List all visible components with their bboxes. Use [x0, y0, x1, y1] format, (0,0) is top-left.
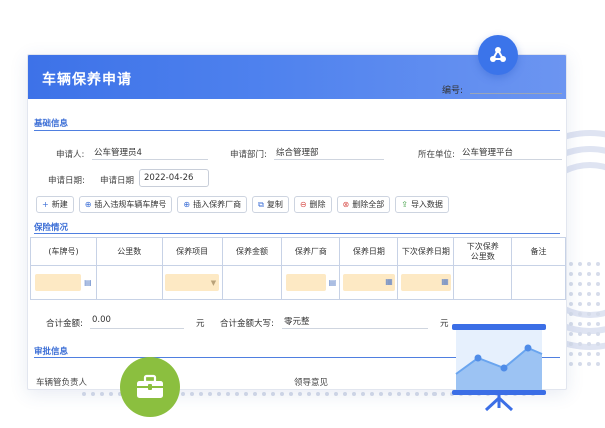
- toolbar-button[interactable]: ⊕ 插入违规车辆车牌号: [78, 196, 173, 213]
- insert-icon: ⊕: [84, 199, 92, 209]
- unit-label: 所在单位:: [418, 150, 455, 160]
- calendar-icon[interactable]: ▦: [441, 277, 449, 286]
- toolbar-button[interactable]: + 新建: [36, 196, 74, 213]
- toolbar-button[interactable]: ⇪ 导入数据: [395, 196, 449, 213]
- share-icon-glyph: [490, 47, 506, 62]
- insert-icon: ⊕: [183, 199, 191, 209]
- toolbar-button-label: 删除全部: [352, 200, 385, 209]
- vehicle-manager-label: 车辆管负责人: [36, 378, 88, 388]
- toolbar-button[interactable]: ⊗ 删除全部: [336, 196, 391, 213]
- plate-cell[interactable]: ▤: [30, 265, 97, 300]
- column-header: 备注: [511, 237, 566, 266]
- next-date-input[interactable]: ▦: [400, 274, 451, 291]
- department-label: 申请部门:: [230, 150, 267, 160]
- picker-icon[interactable]: ▤: [84, 278, 92, 287]
- section-divider: [34, 233, 560, 234]
- item-select[interactable]: ▼: [165, 274, 220, 291]
- toolbar-button[interactable]: ⧉ 复制: [252, 196, 289, 213]
- serial-number-field[interactable]: [470, 93, 562, 94]
- column-header: 保养厂商: [281, 237, 341, 266]
- item-cell[interactable]: ▼: [161, 265, 223, 300]
- section-title-maintenance: 保险情况: [34, 223, 69, 233]
- date-input[interactable]: 2022-04-26: [139, 169, 209, 187]
- section-divider: [34, 130, 560, 131]
- toolbar-button-label: 插入保养厂商: [193, 200, 242, 209]
- next-date-cell[interactable]: ▦: [397, 265, 455, 300]
- toolbar-button-label: 删除: [309, 200, 326, 209]
- vendor-input[interactable]: [285, 274, 326, 291]
- toolbar-button-label: 新建: [51, 200, 68, 209]
- total-upper-label: 合计金额大写:: [220, 319, 274, 329]
- applicant-label: 申请人:: [56, 150, 85, 160]
- total-amount-field[interactable]: 0.00: [90, 315, 184, 329]
- column-header: (车牌号): [30, 237, 97, 266]
- table-toolbar: + 新建 ⊕ 插入违规车辆车牌号 ⊕ 插入保养厂商 ⧉ 复制 ⊖ 删除 ⊗ 删除全部 ⇪ 导入数据: [36, 196, 449, 213]
- date-cell[interactable]: ▦: [339, 265, 399, 300]
- plus-icon: +: [42, 199, 49, 209]
- briefcase-icon: [120, 357, 180, 417]
- column-header: 下次保养 公里数: [453, 237, 513, 266]
- total-upper-field[interactable]: 零元整: [282, 315, 428, 329]
- toolbar-button[interactable]: ⊖ 删除: [293, 196, 332, 213]
- date-label: 申请日期:: [48, 176, 85, 186]
- total-amount-label: 合计金额:: [46, 319, 83, 329]
- maintenance-table: (车牌号) 公里数 保养项目 保养金额 保养厂商 保养日期 下次保养日期 下次保养 公里数 备注…: [30, 237, 566, 300]
- toolbar-button-label: 复制: [266, 200, 283, 209]
- chevron-down-icon: ▼: [210, 278, 217, 287]
- share-icon[interactable]: [478, 35, 518, 75]
- column-header: 保养项目: [161, 237, 223, 266]
- section-title-approval: 审批信息: [34, 347, 69, 357]
- column-header: 公里数: [95, 237, 163, 266]
- column-header: 下次保养日期: [397, 237, 455, 266]
- calendar-icon[interactable]: ▦: [385, 277, 393, 286]
- department-field[interactable]: 综合管理部: [274, 146, 384, 160]
- remark-cell[interactable]: [511, 265, 566, 300]
- picker-icon[interactable]: ▤: [329, 278, 337, 287]
- form-title: 车辆保养申请: [42, 72, 132, 88]
- applicant-field[interactable]: 公车管理员4: [92, 146, 208, 160]
- toolbar-button[interactable]: ⊕ 插入保养厂商: [177, 196, 248, 213]
- mileage-cell[interactable]: [95, 265, 163, 300]
- serial-number-label: 编号:: [442, 86, 464, 96]
- amount-cell[interactable]: [221, 265, 283, 300]
- copy-icon: ⧉: [258, 199, 264, 209]
- vendor-cell[interactable]: ▤: [281, 265, 341, 300]
- section-title-basic: 基础信息: [34, 119, 69, 129]
- delete-icon: ⊖: [299, 199, 307, 209]
- briefcase-icon-glyph: [137, 374, 163, 398]
- table-row: ▤ ▼ ▤ ▦ ▦: [30, 265, 566, 300]
- unit-field[interactable]: 公车管理平台: [460, 146, 562, 160]
- toolbar-button-label: 插入违规车辆车牌号: [94, 200, 167, 209]
- total-amount-unit: 元: [196, 319, 205, 329]
- date-cell-input[interactable]: ▦: [342, 274, 395, 291]
- plate-input[interactable]: [35, 274, 82, 291]
- next-mileage-cell[interactable]: [453, 265, 513, 300]
- column-header: 保养金额: [221, 237, 283, 266]
- toolbar-button-label: 导入数据: [410, 200, 443, 209]
- table-header-row: (车牌号) 公里数 保养项目 保养金额 保养厂商 保养日期 下次保养日期 下次保养 公里数 备注: [30, 237, 566, 266]
- delete-all-icon: ⊗: [342, 199, 350, 209]
- leader-opinion-label: 领导意见: [294, 378, 329, 388]
- presentation-board-icon: [452, 324, 546, 412]
- date-placeholder: 申请日期: [100, 176, 135, 186]
- column-header: 保养日期: [339, 237, 399, 266]
- import-icon: ⇪: [401, 199, 408, 209]
